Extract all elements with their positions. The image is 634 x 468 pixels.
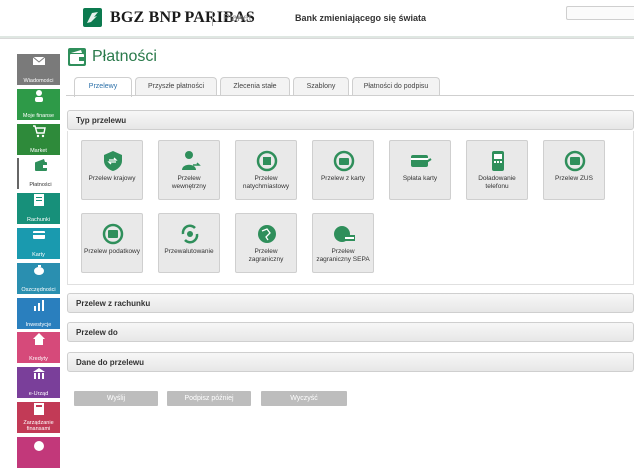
card-icon xyxy=(32,230,45,239)
more-icon xyxy=(33,440,44,451)
section-przelew-do[interactable]: Przelew do xyxy=(67,322,634,342)
tile-przelew-krajowy[interactable]: Przelew krajowy xyxy=(81,140,143,200)
tax-icon xyxy=(102,223,124,245)
house-icon xyxy=(32,333,45,346)
tab-przelewy[interactable]: Przelewy xyxy=(74,77,132,97)
tile-label: Przelew krajowy xyxy=(88,175,136,182)
tab-divider xyxy=(66,95,634,96)
card-transfer-icon xyxy=(333,150,355,172)
tile-label: Przelew ZUS xyxy=(555,175,593,182)
clear-button[interactable]: Wyczyść xyxy=(261,391,347,406)
sidebar-item-market[interactable]: Market xyxy=(17,123,60,155)
sidebar-item-label: Oszczędności xyxy=(21,286,56,293)
sidebar-item-label: Zarządzanie finansami xyxy=(23,419,54,432)
slogan: Bank zmieniającego się świata xyxy=(295,13,427,23)
tile-przelew-zus[interactable]: Przelew ZUS xyxy=(543,140,605,200)
piggy-icon xyxy=(33,264,44,275)
person-transfer-icon xyxy=(182,151,201,170)
tile-przelew-natychmiastowy[interactable]: Przelew natychmiastowy xyxy=(235,140,297,200)
sidebar-item-label: e-Urząd xyxy=(28,391,49,398)
bank-logo[interactable] xyxy=(83,8,102,27)
tile-przelew-zagraniczny[interactable]: Przelew zagraniczny xyxy=(235,213,297,273)
tile-label: Przelew podatkowy xyxy=(84,248,140,255)
tile-przewalutowanie[interactable]: Przewalutowanie xyxy=(158,213,220,273)
tile-label: Przewalutowanie xyxy=(164,248,214,255)
sidebar-item-platnosci[interactable]: Płatności xyxy=(17,158,62,190)
tile-label: Spłata karty xyxy=(402,175,438,182)
sidebar-item-rachunki[interactable]: Rachunki xyxy=(17,193,60,225)
ledger-icon xyxy=(33,194,44,207)
wallet-icon xyxy=(68,48,86,66)
tile-label: Przelew z karty xyxy=(320,175,366,182)
tab-zlecenia-stale[interactable]: Zlecenia stałe xyxy=(220,77,290,96)
send-button[interactable]: Wyślij xyxy=(74,391,158,406)
sidebar-item-e-urzad[interactable]: e-Urząd xyxy=(17,367,60,399)
sidebar-item-oszczednosci[interactable]: Oszczędności xyxy=(17,262,60,294)
tab-platnosci-do-podpisu[interactable]: Płatności do podpisu xyxy=(352,77,440,96)
sign-later-button[interactable]: Podpisz później xyxy=(167,391,251,406)
section-typ-przelewu[interactable]: Typ przelewu xyxy=(67,110,634,130)
globe-icon xyxy=(258,225,276,243)
tile-label: Przelew wewnętrzny xyxy=(171,175,207,190)
currency-exchange-icon xyxy=(181,224,199,244)
tile-przelew-zagraniczny-sepa[interactable]: Przelew zagraniczny SEPA xyxy=(312,213,374,273)
section-dane-do-przelewu[interactable]: Dane do przelewu xyxy=(67,352,634,372)
sidebar-item-label: Inwestycje xyxy=(25,321,52,328)
cart-icon xyxy=(32,124,46,137)
header-divider-line xyxy=(0,36,634,38)
card-payment-icon xyxy=(411,155,432,167)
shield-icon xyxy=(104,151,122,171)
sidebar-item-label: Moje finanse xyxy=(22,112,55,119)
tile-przelew-wewnetrzny[interactable]: Przelew wewnętrzny xyxy=(158,140,220,200)
tile-przelew-z-karty[interactable]: Przelew z karty xyxy=(312,140,374,200)
sidebar-item-label: Wiadomości xyxy=(23,78,54,84)
stars-icon xyxy=(87,12,98,23)
sidebar-item-label: Kredyty xyxy=(29,356,48,363)
building-icon xyxy=(32,368,45,380)
sidebar-item-label: Rachunki xyxy=(27,217,50,224)
phone-icon xyxy=(492,151,504,171)
sidebar-item-zarzadzanie-finansami[interactable]: Zarządzanie finansami xyxy=(17,401,60,433)
sidebar-item-more[interactable] xyxy=(17,436,60,468)
tile-label: Doładowanie telefonu xyxy=(478,175,516,190)
sidebar-item-inwestycje[interactable]: Inwestycje xyxy=(17,297,60,329)
sidebar-item-wiadomosci[interactable]: Wiadomości xyxy=(17,54,60,85)
sepa-icon xyxy=(334,226,355,242)
wallet-icon xyxy=(34,159,47,172)
section-przelew-z-rachunku[interactable]: Przelew z rachunku xyxy=(67,293,634,313)
top-bar: BGZ BNP PARIBAS Planet Bank zmieniająceg… xyxy=(0,0,634,39)
page-title: Płatności xyxy=(92,48,157,65)
person-icon xyxy=(34,89,43,102)
product-name: Planet xyxy=(223,13,252,24)
tile-splata-karty[interactable]: Spłata karty xyxy=(389,140,451,200)
sidebar-item-kredyty[interactable]: Kredyty xyxy=(17,332,60,364)
tile-label: Przelew zagraniczny xyxy=(248,248,284,263)
calculator-icon xyxy=(33,402,44,415)
page-header: Płatności xyxy=(68,46,634,76)
header-divider xyxy=(212,12,213,26)
tile-doladowanie-telefonu[interactable]: Doładowanie telefonu xyxy=(466,140,528,200)
search-input[interactable] xyxy=(566,6,634,20)
tab-szablony[interactable]: Szablony xyxy=(293,77,349,96)
tile-przelew-podatkowy[interactable]: Przelew podatkowy xyxy=(81,213,143,273)
envelope-icon xyxy=(32,56,45,65)
express-icon xyxy=(256,150,278,172)
zus-icon xyxy=(564,150,586,172)
sidebar-item-moje-finanse[interactable]: Moje finanse xyxy=(17,88,60,120)
sidebar-item-label: Płatności xyxy=(29,182,52,189)
chart-icon xyxy=(33,299,44,311)
sidebar-item-karty[interactable]: Karty xyxy=(17,227,60,259)
tab-przyszle-platnosci[interactable]: Przyszłe płatności xyxy=(135,77,217,96)
sidebar-item-label: Karty xyxy=(32,251,45,258)
tile-label: Przelew natychmiastowy xyxy=(242,175,290,190)
sidebar-item-label: Market xyxy=(30,147,47,154)
sidebar: Wiadomości Moje finanse Market Płatności… xyxy=(17,52,62,468)
tile-label: Przelew zagraniczny SEPA xyxy=(316,248,370,263)
